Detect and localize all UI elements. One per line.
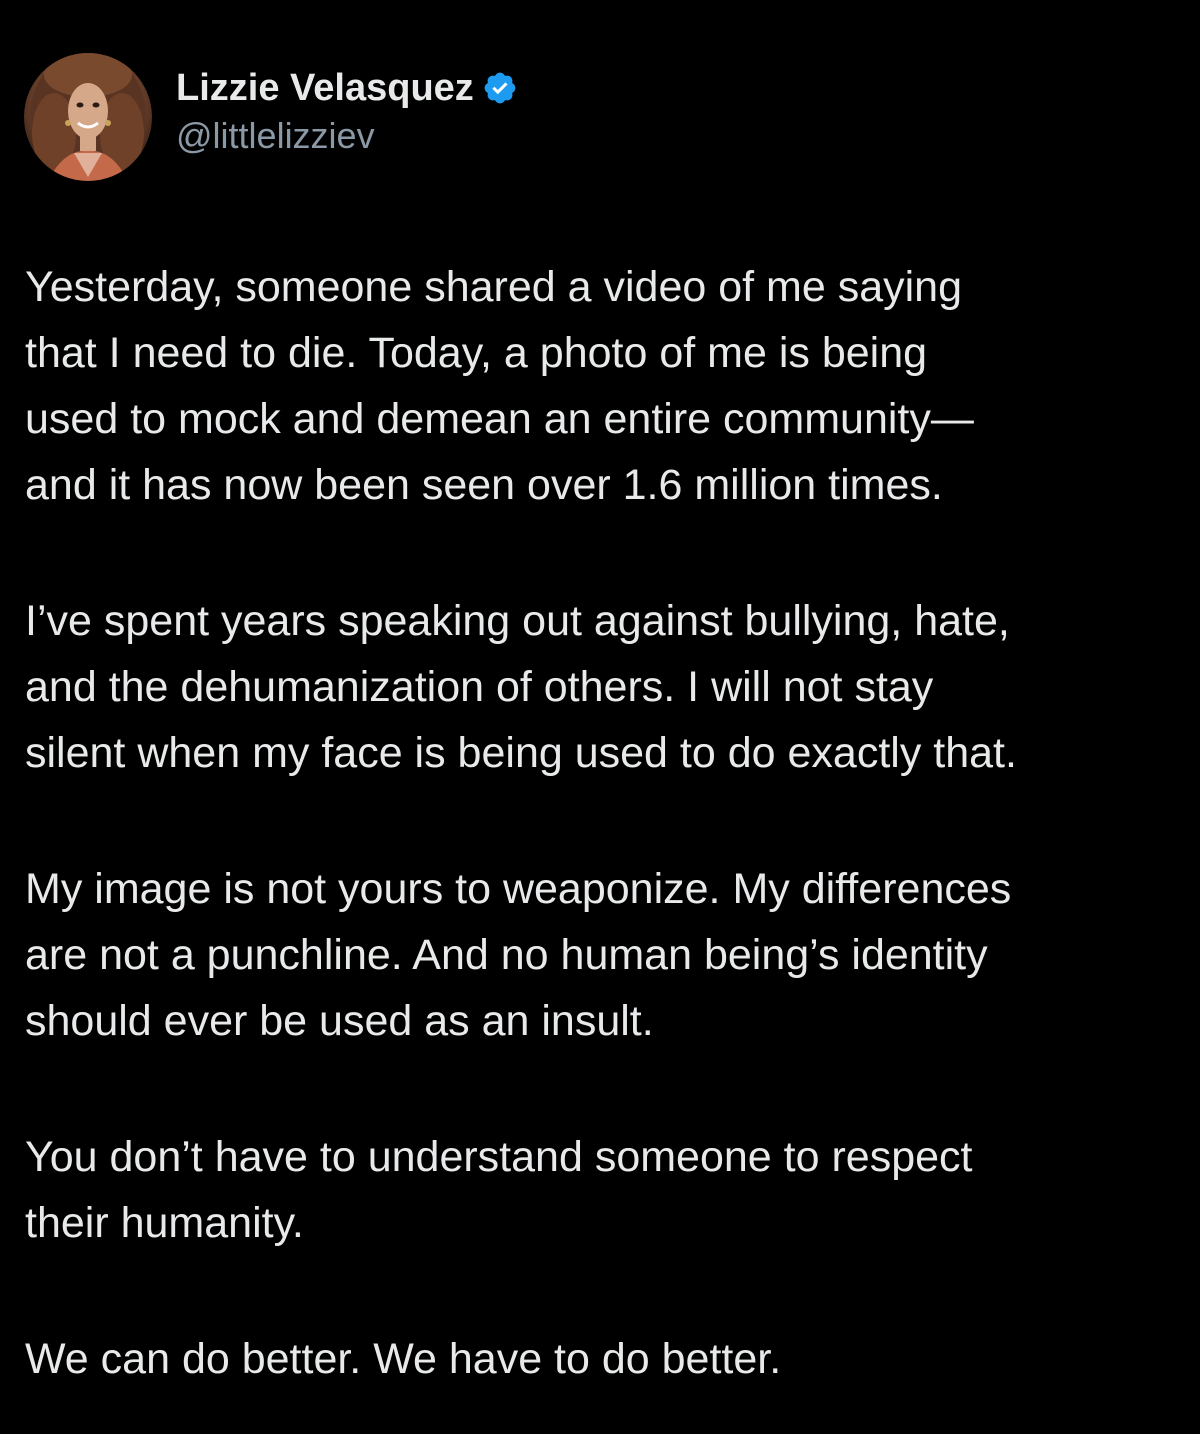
text-line: I’ve spent years speaking out against bu…	[25, 597, 1010, 645]
text-line: are not a punchline. And no human being’…	[25, 931, 988, 979]
tweet-header: Lizzie Velasquez @littlelizziev	[24, 52, 518, 182]
avatar[interactable]	[24, 53, 152, 181]
author-handle[interactable]: @littlelizziev	[176, 113, 518, 159]
text-line: used to mock and demean an entire commun…	[25, 395, 974, 443]
text-line: that I need to die. Today, a photo of me…	[25, 329, 928, 377]
paragraph: I’ve spent years speaking out against bu…	[25, 588, 1185, 786]
tweet-card: Lizzie Velasquez @littlelizziev Yesterda…	[0, 0, 1200, 1434]
paragraph: We can do better. We have to do better.	[25, 1326, 1185, 1392]
display-name[interactable]: Lizzie Velasquez	[176, 65, 474, 111]
profile-photo	[30, 53, 146, 181]
paragraph: You don’t have to understand someone to …	[25, 1124, 1185, 1256]
paragraph: Yesterday, someone shared a video of me …	[25, 254, 1185, 518]
verified-badge-icon[interactable]	[482, 70, 518, 106]
text-line: We can do better. We have to do better.	[25, 1335, 782, 1383]
text-line: should ever be used as an insult.	[25, 997, 654, 1045]
text-line: Yesterday, someone shared a video of me …	[25, 263, 963, 311]
text-line: and it has now been seen over 1.6 millio…	[25, 461, 943, 509]
text-line: their humanity.	[25, 1199, 304, 1247]
tweet-text: Yesterday, someone shared a video of me …	[25, 254, 1185, 1392]
paragraph: My image is not yours to weaponize. My d…	[25, 856, 1185, 1054]
text-line: My image is not yours to weaponize. My d…	[25, 865, 1012, 913]
name-row: Lizzie Velasquez	[176, 65, 518, 111]
text-line: and the dehumanization of others. I will…	[25, 663, 934, 711]
text-line: silent when my face is being used to do …	[25, 729, 1017, 777]
author-identity: Lizzie Velasquez @littlelizziev	[176, 48, 518, 176]
text-line: You don’t have to understand someone to …	[25, 1133, 973, 1181]
